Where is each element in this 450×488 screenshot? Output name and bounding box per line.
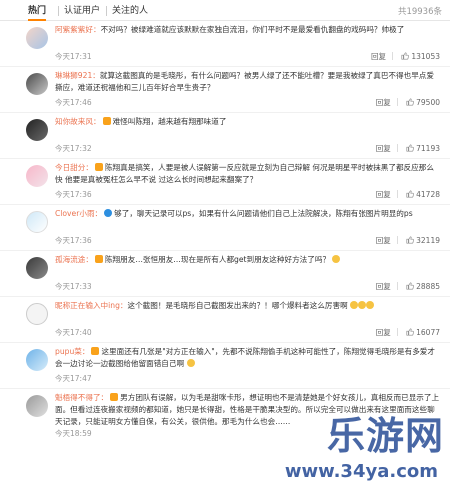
comment-time: 今天17:46: [55, 98, 92, 107]
thumbs-up-icon[interactable]: [406, 282, 414, 290]
commenter-name[interactable]: 琳琳狮921：: [55, 71, 100, 80]
emoji-icon: [358, 301, 367, 309]
comment-time: 今天17:31: [55, 52, 92, 61]
comment-item: 阿紫紫紫好：不对吗？被绿难道就应该默默在家独自流泪，你们平时不是最爱看仇翻盘的戏…: [0, 21, 450, 67]
comment-actions: 回复 32119: [376, 235, 440, 246]
avatar[interactable]: [26, 27, 48, 49]
tab-hot[interactable]: 热门: [28, 5, 47, 21]
tab-divider: [106, 6, 107, 16]
comment-time: 今天17:47: [55, 374, 92, 383]
commenter-name[interactable]: 知你故来风：: [55, 117, 101, 126]
comment-item: Clover小雨： 够了，聊天记录可以ps，如果有什么问题请他们自己上法院解决，陈…: [0, 205, 450, 251]
comment-item: 知你故来风： 难怪叫陈翔，越来越有翔那味道了 今天17:32 回复 71193: [0, 113, 450, 159]
comment-time: 今天17:36: [55, 236, 92, 245]
avatar[interactable]: [26, 73, 48, 95]
like-count: 71193: [416, 144, 440, 153]
comment-actions: 回复 131053: [371, 51, 440, 62]
avatar[interactable]: [26, 165, 48, 187]
comment-content: pupu菜： 这里面还有几张是"对方正在输入"，先都不说陈翔偷手机这种可能性了，陈…: [55, 346, 440, 370]
tab-following[interactable]: 关注的人: [112, 5, 148, 17]
thumbs-up-icon[interactable]: [406, 328, 414, 336]
comment-content: Clover小雨： 够了，聊天记录可以ps，如果有什么问题请他们自己上法院解决，陈…: [55, 208, 440, 220]
comment-time: 今天17:33: [55, 282, 92, 291]
comment-text: 这个截图！是毛晓彤自己截图发出来的？！哪个爆料者这么厉害啊: [127, 301, 348, 310]
tab-verified[interactable]: 认证用户: [64, 5, 100, 17]
comment-time: 今天17:40: [55, 328, 92, 337]
comment-text: 不对吗？被绿难道就应该默默在家独自流泪，你们平时不是最爱看仇翻盘的戏码吗？帅极了: [100, 25, 405, 34]
comment-content: 琳琳狮921：就算这截图真的是毛晓彤，有什么问题吗？被男人绿了还不能吐槽？要是我…: [55, 70, 440, 94]
like-count: 131053: [411, 52, 440, 61]
comment-item: 今日甜分： 陈翔真是搞笑，人要是被人误解第一反应就是立刻为自己辩解 何况是明星平时…: [0, 159, 450, 205]
comment-actions: 回复 41728: [376, 189, 440, 200]
commenter-name[interactable]: 昵称正在输入中ing：: [55, 301, 128, 310]
reply-button[interactable]: 回复: [376, 143, 391, 154]
comment-item: 昵称正在输入中ing：这个截图！是毛晓彤自己截图发出来的？！哪个爆料者这么厉害啊…: [0, 297, 450, 343]
like-count: 16077: [416, 328, 440, 337]
verified-badge-icon: [104, 209, 113, 217]
thumbs-up-icon[interactable]: [406, 236, 414, 244]
reply-button[interactable]: 回复: [371, 51, 386, 62]
vip-badge-icon: [110, 393, 119, 401]
comment-actions: 回复 79500: [376, 97, 440, 108]
comment-text: 够了，聊天记录可以ps，如果有什么问题请他们自己上法院解决，陈翔有张图片明显的p…: [114, 209, 413, 218]
like-count: 79500: [416, 98, 440, 107]
commenter-name[interactable]: pupu菜：: [55, 347, 89, 356]
comment-content: 昵称正在输入中ing：这个截图！是毛晓彤自己截图发出来的？！哪个爆料者这么厉害啊: [55, 300, 440, 312]
comment-actions: 回复 16077: [376, 327, 440, 338]
avatar[interactable]: [26, 211, 48, 233]
vip-badge-icon: [94, 163, 103, 171]
comment-item: pupu菜： 这里面还有几张是"对方正在输入"，先都不说陈翔偷手机这种可能性了，陈…: [0, 343, 450, 389]
comment-time: 今天18:59: [55, 429, 92, 438]
avatar[interactable]: [26, 257, 48, 279]
like-count: 32119: [416, 236, 440, 245]
emoji-icon: [186, 359, 195, 367]
commenter-name[interactable]: Clover小雨：: [55, 209, 102, 218]
reply-button[interactable]: 回复: [376, 281, 391, 292]
comment-text: 陈翔真是搞笑，人要是被人误解第一反应就是立刻为自己辩解 何况是明星平时被抹黑了都…: [55, 163, 434, 184]
comment-time: 今天17:36: [55, 190, 92, 199]
comment-text: 陈翔朋友…张恒朋友…现在是所有人都get到朋友这种好方法了吗？: [104, 255, 331, 264]
emoji-icon: [366, 301, 375, 309]
reply-button[interactable]: 回复: [376, 97, 391, 108]
comment-total: 共19936条: [397, 7, 442, 17]
emoji-icon: [332, 255, 341, 263]
reply-button[interactable]: 回复: [376, 189, 391, 200]
watermark-url: www.34ya.com: [284, 461, 438, 482]
commenter-name[interactable]: 魁梧得不得了：: [55, 393, 108, 402]
comment-text: 难怪叫陈翔，越来越有翔那味道了: [112, 117, 227, 126]
comment-tabs: 热门 认证用户 关注的人 共19936条: [0, 0, 450, 21]
comment-content: 孤海流途： 陈翔朋友…张恒朋友…现在是所有人都get到朋友这种好方法了吗？: [55, 254, 440, 266]
commenter-name[interactable]: 孤海流途：: [55, 255, 93, 264]
vip-badge-icon: [102, 117, 111, 125]
avatar[interactable]: [26, 119, 48, 141]
vip-badge-icon: [91, 347, 100, 355]
vip-badge-icon: [94, 255, 103, 263]
comment-content: 阿紫紫紫好：不对吗？被绿难道就应该默默在家独自流泪，你们平时不是最爱看仇翻盘的戏…: [55, 24, 440, 36]
emoji-icon: [350, 301, 359, 309]
comment-item: 琳琳狮921：就算这截图真的是毛晓彤，有什么问题吗？被男人绿了还不能吐槽？要是我…: [0, 67, 450, 113]
like-count: 41728: [416, 190, 440, 199]
comment-text: 就算这截图真的是毛晓彤，有什么问题吗？被男人绿了还不能吐槽？要是我被绿了真巴不得…: [55, 71, 434, 92]
thumbs-up-icon[interactable]: [406, 190, 414, 198]
comment-actions: 回复 28885: [376, 281, 440, 292]
commenter-name[interactable]: 今日甜分：: [55, 163, 93, 172]
avatar[interactable]: [26, 395, 48, 417]
avatar[interactable]: [26, 303, 48, 325]
commenter-name[interactable]: 阿紫紫紫好：: [55, 25, 101, 34]
thumbs-up-icon[interactable]: [406, 144, 414, 152]
thumbs-up-icon[interactable]: [401, 52, 410, 60]
comment-content: 知你故来风： 难怪叫陈翔，越来越有翔那味道了: [55, 116, 440, 128]
comment-actions: 回复 71193: [376, 143, 440, 154]
tab-divider: [58, 6, 59, 16]
reply-button[interactable]: 回复: [376, 235, 391, 246]
thumbs-up-icon[interactable]: [406, 98, 414, 106]
watermark-logo: 乐游网: [326, 413, 444, 458]
like-count: 28885: [416, 282, 440, 291]
comment-content: 今日甜分： 陈翔真是搞笑，人要是被人误解第一反应就是立刻为自己辩解 何况是明星平时…: [55, 162, 440, 186]
reply-button[interactable]: 回复: [376, 327, 391, 338]
comment-time: 今天17:32: [55, 144, 92, 153]
comment-item: 孤海流途： 陈翔朋友…张恒朋友…现在是所有人都get到朋友这种好方法了吗？ 今天1…: [0, 251, 450, 297]
avatar[interactable]: [26, 349, 48, 371]
comment-text: 这里面还有几张是"对方正在输入"，先都不说陈翔偷手机这种可能性了，陈翔觉得毛晓彤…: [55, 347, 435, 368]
